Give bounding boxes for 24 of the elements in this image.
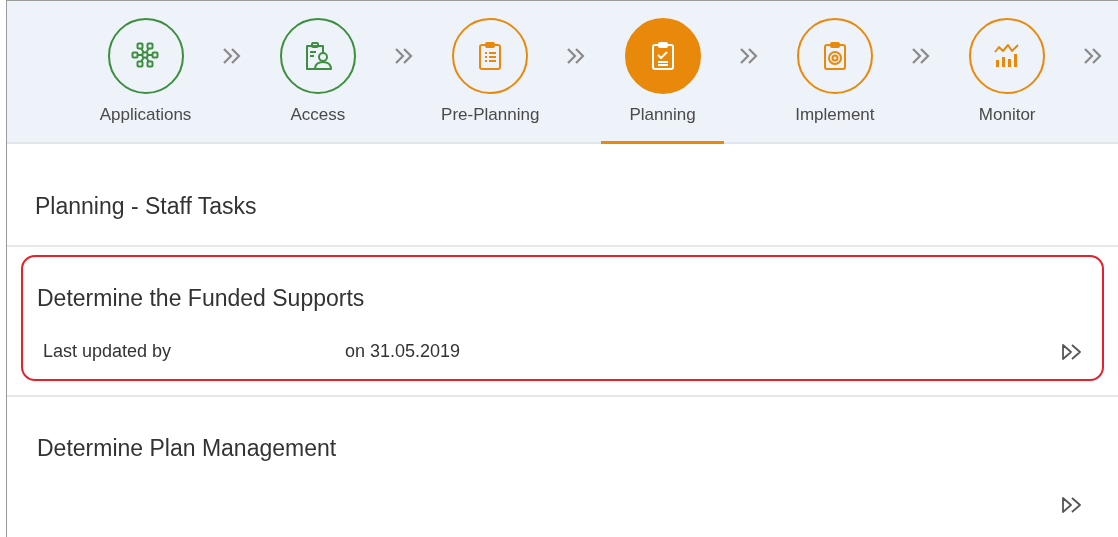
- step-tab[interactable]: Applications: [84, 18, 208, 144]
- chevrons-icon: [220, 46, 243, 66]
- step-label: Pre-Planning: [441, 104, 540, 126]
- step-label: Applications: [99, 104, 192, 126]
- chevrons-icon: [737, 46, 760, 66]
- step-label: Implement: [795, 104, 875, 126]
- updated-label: Last updated by: [42, 340, 173, 363]
- step-tab[interactable]: Monitor: [945, 18, 1069, 144]
- chevrons-icon: [910, 46, 932, 66]
- forward-icon[interactable]: [1060, 341, 1084, 362]
- step-tab[interactable]: Pre-Planning: [428, 18, 552, 144]
- task-title: Determine the Funded Supports: [37, 284, 366, 313]
- forward-icon[interactable]: [1060, 495, 1084, 515]
- step-tab[interactable]: Access: [256, 18, 380, 144]
- section-title: Planning - Staff Tasks: [35, 191, 257, 221]
- task-item[interactable]: Determine Plan Management: [21, 405, 1104, 531]
- step-label: Monitor: [978, 104, 1036, 126]
- step-label: Access: [290, 104, 346, 126]
- task-item[interactable]: Determine the Funded Supports Last updated by on 31.05.2019: [21, 255, 1104, 381]
- step-tab[interactable]: Implement: [773, 18, 897, 144]
- step-label: Planning: [629, 104, 696, 126]
- task-title: Determine Plan Management: [37, 434, 338, 463]
- step-tab[interactable]: Planning: [601, 18, 725, 144]
- updated-date: on 31.05.2019: [345, 340, 461, 363]
